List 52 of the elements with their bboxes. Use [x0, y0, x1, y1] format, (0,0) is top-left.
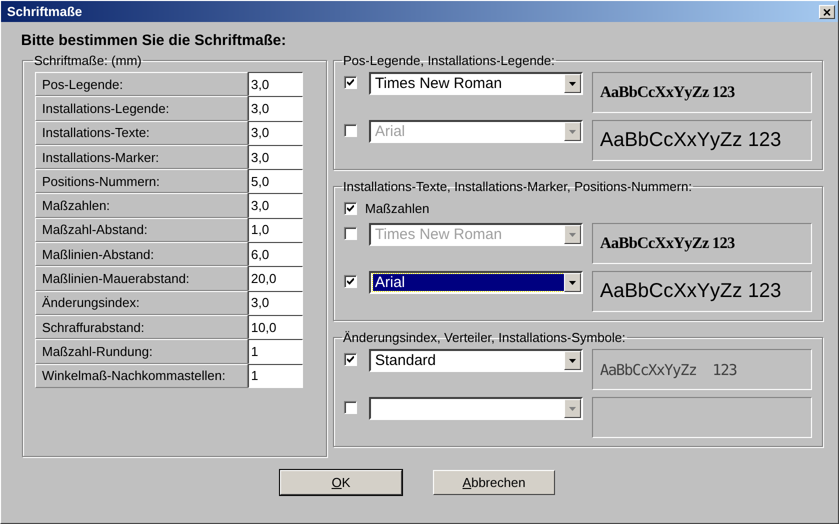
- size-input[interactable]: 20,0: [248, 266, 303, 291]
- ok-button[interactable]: OK: [280, 470, 402, 495]
- group-label: Änderungsindex, Verteiler, Installations-Symbole:: [342, 330, 627, 345]
- size-label: Installations-Legende:: [35, 96, 248, 121]
- dialog-heading: Bitte bestimmen Sie die Schriftmaße:: [21, 32, 288, 49]
- checkbox[interactable]: [344, 275, 357, 288]
- group-label: Schriftmaße: (mm): [33, 53, 143, 68]
- size-input[interactable]: 3,0: [248, 120, 303, 145]
- cancel-button[interactable]: Abbrechen: [433, 470, 555, 495]
- size-input[interactable]: 10,0: [248, 314, 303, 340]
- close-button[interactable]: ×: [819, 4, 835, 18]
- checkbox-label[interactable]: Maßzahlen: [365, 200, 430, 216]
- size-input[interactable]: 1: [248, 364, 303, 388]
- size-label: Installations-Texte:: [35, 120, 248, 145]
- size-label: Maßzahl-Rundung:: [35, 339, 248, 364]
- size-label: Schraffurabstand:: [35, 314, 248, 340]
- size-label: Installations-Marker:: [35, 144, 248, 170]
- size-input[interactable]: 3,0: [248, 290, 303, 315]
- font-preview: AaBbCcXxYyZz 123: [592, 271, 812, 312]
- size-input[interactable]: 6,0: [248, 242, 303, 266]
- size-input[interactable]: 5,0: [248, 169, 303, 194]
- size-input[interactable]: 3,0: [248, 72, 303, 96]
- size-label: Positions-Nummern:: [35, 169, 248, 194]
- font-preview: AaBbCcXxYyZz 123: [592, 349, 812, 390]
- size-input[interactable]: 1: [248, 339, 303, 364]
- size-label: Maßlinien-Mauerabstand:: [35, 266, 248, 291]
- group-label: Installations-Texte, Installations-Marker, Positions-Nummern:: [342, 179, 693, 194]
- size-label: Maßzahlen:: [35, 193, 248, 218]
- group-label: Pos-Legende, Installations-Legende:: [342, 53, 556, 68]
- font-dropdown[interactable]: Standard: [369, 349, 583, 372]
- title-bar: Schriftmaße ×: [1, 1, 838, 22]
- check-icon: [347, 79, 354, 86]
- checkbox[interactable]: [344, 353, 357, 366]
- size-label: Maßlinien-Abstand:: [35, 242, 248, 266]
- size-label: Pos-Legende:: [35, 72, 248, 96]
- font-preview: AaBbCcXxYyZz 123: [592, 72, 812, 113]
- font-preview: AaBbCcXxYyZz 123: [592, 120, 812, 161]
- check-icon: [347, 204, 354, 212]
- size-label: Winkelmaß-Nachkommastellen:: [35, 364, 248, 388]
- font-dropdown[interactable]: Times New Roman: [369, 72, 583, 95]
- font-preview: AaBbCcXxYyZz 123: [592, 223, 812, 264]
- size-label: Maßzahl-Abstand:: [35, 218, 248, 242]
- check-icon: [347, 278, 354, 285]
- size-input[interactable]: 3,0: [248, 144, 303, 170]
- checkbox[interactable]: [344, 76, 357, 89]
- size-input[interactable]: 3,0: [248, 193, 303, 218]
- checkbox[interactable]: [344, 202, 357, 214]
- font-dropdown[interactable]: Arial: [369, 271, 583, 294]
- size-input[interactable]: 3,0: [248, 96, 303, 121]
- size-input[interactable]: 1,0: [248, 218, 303, 242]
- check-icon: [347, 356, 354, 363]
- size-label: Änderungsindex:: [35, 290, 248, 315]
